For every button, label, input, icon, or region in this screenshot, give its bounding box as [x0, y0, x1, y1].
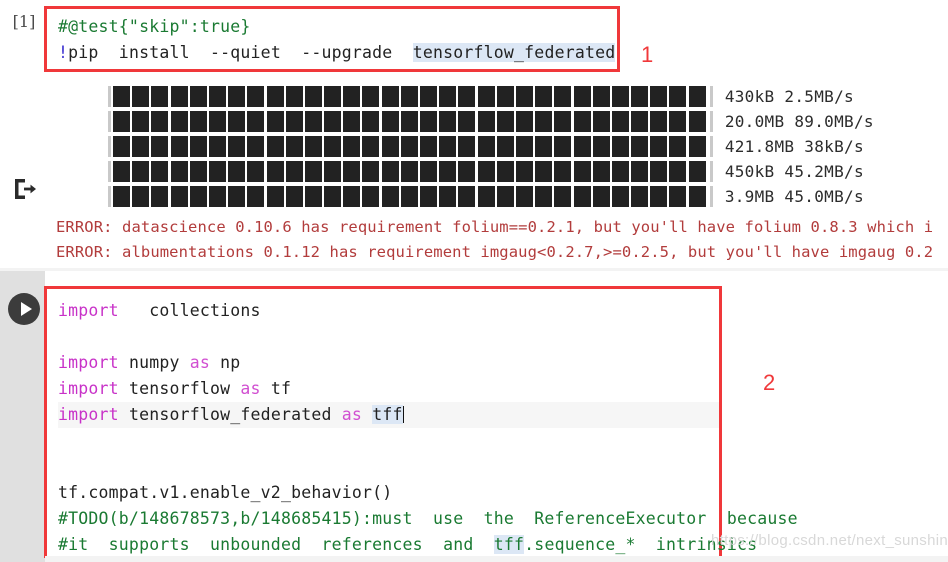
pip-command-text: pip install --quiet --upgrade	[68, 43, 413, 62]
bar-endcap-right	[709, 86, 713, 107]
as-keyword: as	[189, 353, 211, 372]
cell2-line-7: tf.compat.v1.enable_v2_behavior()	[58, 480, 719, 506]
progress-bar-list: 430kB 2.5MB/s 20.0MB 89.0MB/s 421.8MB 38…	[0, 84, 948, 209]
as-keyword: as	[240, 379, 261, 398]
error-line: ERROR: datascience 0.10.6 has requiremen…	[56, 218, 934, 236]
progress-bar	[108, 86, 713, 107]
module-collections: collections	[118, 301, 261, 320]
bar-endcap-right	[709, 161, 713, 182]
comment-part-b: .sequence_* intrinsics	[524, 535, 758, 554]
import-keyword: import	[58, 405, 119, 424]
progress-row: 3.9MB 45.0MB/s	[0, 184, 948, 209]
module-numpy: numpy	[118, 353, 190, 372]
cell1-line-1: #@test{"skip":true}	[58, 14, 617, 40]
bar-endcap-left	[108, 186, 111, 207]
bar-endcap-left	[108, 136, 111, 157]
progress-row: 450kB 45.2MB/s	[0, 159, 948, 184]
bar-blocks	[113, 186, 708, 207]
bar-blocks	[113, 86, 708, 107]
annotation-marker-1: 1	[641, 42, 654, 67]
bar-blocks	[113, 161, 708, 182]
import-keyword: import	[58, 353, 119, 372]
progress-bar	[108, 186, 713, 207]
bottom-strip	[45, 556, 948, 562]
cell2-line-6-blank	[58, 428, 719, 454]
alias-tf: tf	[260, 379, 292, 398]
notebook-page: [1] #@test{"skip":true} !pip install --q…	[0, 0, 948, 562]
progress-stat: 430kB 2.5MB/s	[724, 87, 854, 106]
execution-count-label: [1]	[12, 12, 36, 31]
bar-endcap-right	[709, 136, 713, 157]
progress-row: 430kB 2.5MB/s	[0, 84, 948, 109]
error-line: ERROR: albumentations 0.1.12 has require…	[56, 243, 934, 261]
package-name-token: tensorflow_federated	[412, 43, 616, 62]
progress-bar	[108, 111, 713, 132]
progress-bar	[108, 136, 713, 157]
cell2-line-2-blank	[58, 324, 719, 350]
cell2-line-8: #TODO(b/148678573,b/148685415):must use …	[58, 506, 798, 532]
comment-part-a: #it supports unbounded references and	[58, 535, 494, 554]
alias-tff-token: tff	[372, 405, 403, 424]
cell-separator	[0, 268, 948, 271]
bar-endcap-left	[108, 86, 111, 107]
progress-stat: 3.9MB 45.0MB/s	[724, 187, 864, 206]
bar-endcap-left	[108, 161, 111, 182]
enable-v2-behavior-call: tf.compat.v1.enable_v2_behavior()	[58, 483, 393, 502]
cell2-line-5-current: import tensorflow_federated as tff	[58, 402, 719, 428]
cell2-line-4: import tensorflow as tf	[58, 376, 719, 402]
bar-blocks	[113, 111, 708, 132]
cell1-line-2: !pip install --quiet --upgrade tensorflo…	[58, 40, 617, 66]
progress-stat: 450kB 45.2MB/s	[724, 162, 864, 181]
cell2-line-3: import numpy as np	[58, 350, 719, 376]
progress-stat: 421.8MB 38kB/s	[724, 137, 864, 156]
import-keyword: import	[58, 301, 119, 320]
cell2-line-6b-blank	[58, 454, 719, 480]
cell1-comment-text: #@test{"skip":true}	[58, 17, 251, 36]
code-cell-1[interactable]: #@test{"skip":true} !pip install --quiet…	[44, 6, 620, 72]
import-keyword: import	[58, 379, 119, 398]
bar-blocks	[113, 136, 708, 157]
progress-row: 421.8MB 38kB/s	[0, 134, 948, 159]
run-cell-button[interactable]	[8, 293, 40, 325]
module-tensorflow-federated: tensorflow_federated	[118, 405, 342, 424]
play-icon	[20, 302, 32, 316]
as-keyword: as	[341, 405, 363, 424]
bar-endcap-left	[108, 111, 111, 132]
cell2-line-9: #it supports unbounded references and tf…	[58, 532, 757, 558]
bar-endcap-right	[709, 111, 713, 132]
progress-stat: 20.0MB 89.0MB/s	[724, 112, 874, 131]
bar-endcap-right	[709, 186, 713, 207]
shell-escape-bang: !	[58, 43, 69, 62]
tff-token: tff	[493, 535, 525, 554]
cell1-output-area: 430kB 2.5MB/s 20.0MB 89.0MB/s 421.8MB 38…	[0, 84, 948, 270]
text-cursor	[402, 406, 404, 423]
annotation-marker-2: 2	[763, 370, 776, 395]
code-cell-2[interactable]: import collections import numpy as np im…	[44, 286, 798, 562]
cell2-line-1: import collections	[58, 298, 719, 324]
progress-row: 20.0MB 89.0MB/s	[0, 109, 948, 134]
module-tensorflow: tensorflow	[118, 379, 241, 398]
alias-np: np	[210, 353, 241, 372]
todo-comment: #TODO(b/148678573,b/148685415):must use …	[58, 509, 798, 528]
progress-bar	[108, 161, 713, 182]
